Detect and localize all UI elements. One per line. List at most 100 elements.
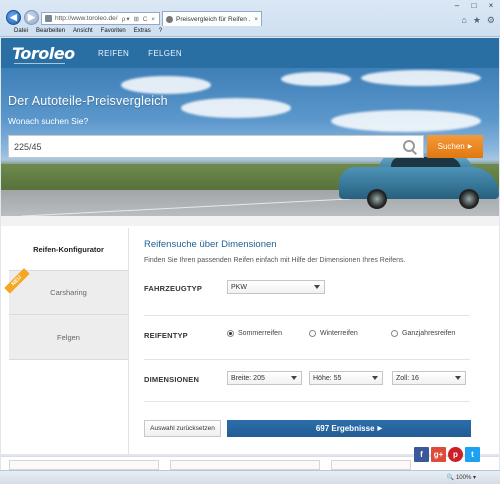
vehicle-type-label: FAHRZEUGTYP: [144, 284, 203, 293]
radio-label: Ganzjahresreifen: [402, 330, 456, 337]
top-navigation: REIFEN FELGEN: [98, 49, 182, 58]
teaser-card[interactable]: [170, 460, 320, 470]
radio-label: Sommerreifen: [238, 330, 282, 337]
search-button-label: Suchen: [437, 142, 465, 151]
chevron-down-icon: [372, 376, 378, 380]
show-results-button[interactable]: 697 Ergebnisse ▶: [227, 420, 471, 437]
search-icon[interactable]: [401, 138, 419, 156]
zoom-value: 100%: [455, 475, 472, 481]
gear-icon[interactable]: ⚙: [487, 15, 495, 26]
height-value: Höhe: 55: [313, 374, 342, 382]
chevron-down-icon: [455, 376, 461, 380]
sidebar-item-label: Felgen: [57, 332, 80, 342]
social-share-bar: f g+ p t: [414, 447, 480, 462]
address-url: http://www.toroleo.de/: [55, 15, 118, 22]
menu-datei[interactable]: Datei: [14, 28, 28, 37]
twitter-icon[interactable]: t: [465, 447, 480, 462]
search-input[interactable]: [14, 141, 401, 152]
cloud-decoration: [361, 70, 481, 86]
vehicle-type-value: PKW: [231, 283, 247, 291]
teaser-card[interactable]: [9, 460, 159, 470]
teaser-card[interactable]: [331, 460, 411, 470]
toolbar-icons: ⌂ ★ ⚙: [461, 15, 495, 26]
nav-reifen[interactable]: REIFEN: [98, 49, 129, 58]
search-button[interactable]: Suchen ▶: [427, 135, 483, 158]
arrow-right-icon: ▶: [377, 426, 383, 432]
cloud-decoration: [331, 110, 481, 132]
arrow-right-icon: ▶: [467, 144, 473, 150]
height-select[interactable]: Höhe: 55: [309, 371, 383, 385]
menu-bearbeiten[interactable]: Bearbeiten: [36, 28, 65, 37]
divider: [144, 315, 470, 316]
status-bar: 🔍 100% ▾: [0, 470, 500, 484]
home-icon[interactable]: ⌂: [461, 15, 466, 26]
car-image: [339, 153, 499, 209]
browser-chrome: ◀ ▶ http://www.toroleo.de/ ρ▾ ⊞ C × Prei…: [0, 0, 500, 37]
radio-unchecked-icon: [391, 330, 398, 337]
browser-tab[interactable]: Preisvergleich für Reifen ... ×: [162, 11, 262, 26]
forward-button[interactable]: ▶: [24, 10, 39, 25]
hero-title: Der Autoteile-Preisvergleich: [8, 94, 168, 108]
vehicle-type-select[interactable]: PKW: [227, 280, 325, 294]
minimize-icon[interactable]: –: [452, 1, 462, 10]
facebook-icon[interactable]: f: [414, 447, 429, 462]
googleplus-icon[interactable]: g+: [431, 447, 446, 462]
close-tab-icon[interactable]: ×: [254, 16, 258, 23]
panel-heading: Reifensuche über Dimensionen: [144, 239, 277, 250]
width-select[interactable]: Breite: 205: [227, 371, 302, 385]
search-box: [8, 135, 424, 158]
menu-favoriten[interactable]: Favoriten: [101, 28, 126, 37]
favorites-star-icon[interactable]: ★: [473, 15, 481, 26]
width-value: Breite: 205: [231, 374, 265, 382]
chevron-down-icon: [314, 285, 320, 289]
divider: [144, 359, 470, 360]
sidebar-item-carsharing[interactable]: NEU Carsharing: [4, 268, 128, 315]
menu-extras[interactable]: Extras: [134, 28, 151, 37]
cloud-decoration: [181, 98, 291, 118]
radio-unchecked-icon: [309, 330, 316, 337]
maximize-icon[interactable]: □: [469, 1, 479, 10]
rim-select[interactable]: Zoll: 16: [392, 371, 466, 385]
sidebar: Reifen-Konfigurator NEU Carsharing Felge…: [4, 228, 128, 360]
nav-felgen[interactable]: FELGEN: [148, 49, 182, 58]
dimensions-label: DIMENSIONEN: [144, 375, 200, 384]
site-header: Toroleo REIFEN FELGEN: [1, 38, 499, 68]
radio-winterreifen[interactable]: Winterreifen: [309, 330, 358, 337]
results-button-label: 697 Ergebnisse: [315, 424, 375, 433]
tab-favicon-icon: [166, 15, 173, 23]
sidebar-item-label: Carsharing: [50, 288, 87, 297]
hero-subtitle: Wonach suchen Sie?: [8, 116, 89, 126]
menu-ansicht[interactable]: Ansicht: [73, 28, 93, 37]
address-actions-icon[interactable]: ρ▾ ⊞ C ×: [122, 15, 156, 23]
sidebar-item-felgen[interactable]: Felgen: [9, 315, 128, 360]
address-bar[interactable]: http://www.toroleo.de/ ρ▾ ⊞ C ×: [41, 12, 160, 25]
hero-banner: Der Autoteile-Preisvergleich Wonach such…: [1, 68, 499, 216]
radio-sommerreifen[interactable]: Sommerreifen: [227, 330, 282, 337]
main-content: Reifen-Konfigurator NEU Carsharing Felge…: [1, 216, 499, 454]
radio-checked-icon: [227, 330, 234, 337]
tab-title: Preisvergleich für Reifen ...: [176, 15, 252, 23]
back-button[interactable]: ◀: [6, 10, 21, 25]
tire-search-panel: Reifensuche über Dimensionen Finden Sie …: [128, 228, 484, 454]
tire-type-label: REIFENTYP: [144, 331, 188, 340]
menu-bar: Datei Bearbeiten Ansicht Favoriten Extra…: [0, 28, 500, 37]
zoom-level[interactable]: 🔍 100% ▾: [447, 474, 476, 481]
sidebar-item-reifen-konfigurator[interactable]: Reifen-Konfigurator: [9, 228, 128, 271]
site-favicon-icon: [45, 15, 52, 22]
pinterest-icon[interactable]: p: [448, 447, 463, 462]
radio-label: Winterreifen: [320, 330, 358, 337]
content-top-band: [1, 216, 499, 226]
menu-help[interactable]: ?: [159, 28, 162, 37]
radio-ganzjahresreifen[interactable]: Ganzjahresreifen: [391, 330, 455, 337]
rim-value: Zoll: 16: [396, 374, 419, 382]
window-controls: – □ ×: [452, 1, 496, 10]
reset-selection-button[interactable]: Auswahl zurücksetzen: [144, 420, 221, 437]
site-logo[interactable]: Toroleo: [12, 44, 75, 64]
chevron-down-icon: [291, 376, 297, 380]
close-window-icon[interactable]: ×: [486, 1, 496, 10]
cloud-decoration: [281, 72, 351, 86]
new-badge: NEU: [4, 268, 30, 294]
divider: [144, 401, 470, 402]
sidebar-item-label: Reifen-Konfigurator: [33, 244, 104, 254]
panel-description: Finden Sie Ihren passenden Reifen einfac…: [144, 257, 406, 264]
